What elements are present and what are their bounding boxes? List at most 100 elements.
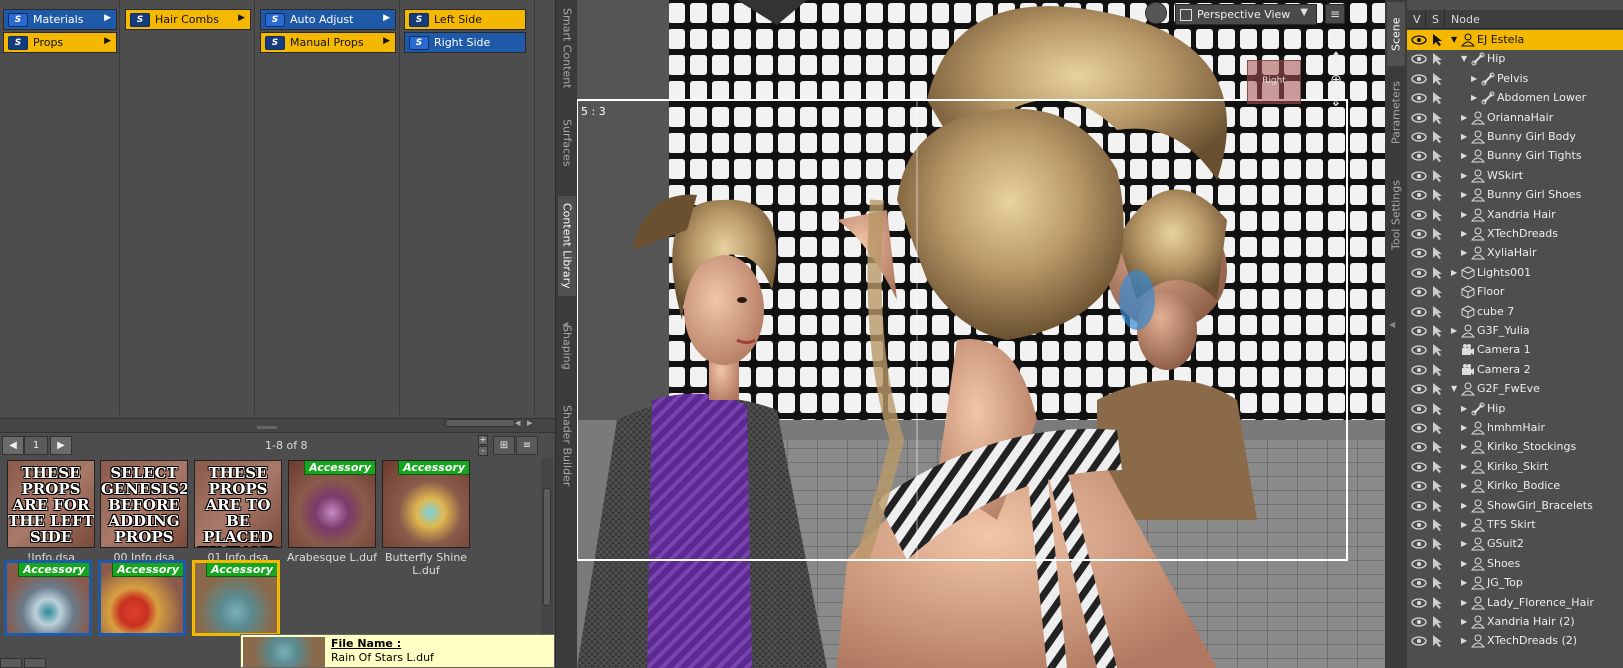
tab-shader-builder[interactable]: Shader Builder (558, 396, 576, 496)
selectable-cursor-icon[interactable] (1431, 33, 1445, 47)
expand-open-icon[interactable]: ▼ (1451, 384, 1457, 393)
tab-surfaces[interactable]: Surfaces (558, 108, 576, 178)
visibility-eye-icon[interactable] (1411, 365, 1427, 375)
selectable-cursor-icon[interactable] (1431, 188, 1445, 202)
selectable-cursor-icon[interactable] (1431, 72, 1445, 86)
selectable-cursor-icon[interactable] (1431, 111, 1445, 125)
tab-scene[interactable]: Scene (1387, 2, 1405, 66)
visibility-eye-icon[interactable] (1411, 598, 1427, 608)
scrollbar-thumb[interactable] (543, 488, 551, 606)
expand-closed-icon[interactable]: ▶ (1461, 404, 1467, 413)
scene-node-row[interactable]: ▶ ShowGirl_Bracelets (1407, 496, 1623, 516)
selectable-cursor-icon[interactable] (1431, 421, 1445, 435)
scene-node-row[interactable]: ▶ Lights001 (1407, 263, 1623, 283)
visibility-eye-icon[interactable] (1411, 268, 1427, 278)
selectable-cursor-icon[interactable] (1431, 499, 1445, 513)
scene-node-row[interactable]: ▼ Hip (1407, 49, 1623, 69)
selectable-cursor-icon[interactable] (1431, 440, 1445, 454)
selectable-cursor-icon[interactable] (1431, 518, 1445, 532)
category-materials[interactable]: S Materials ▶ (3, 9, 117, 30)
viewport-menu-button[interactable]: ≡ (1325, 4, 1345, 24)
scene-node-row[interactable]: ▶ GSuit2 (1407, 534, 1623, 554)
scene-node-row[interactable]: Camera 1 (1407, 340, 1623, 360)
expand-closed-icon[interactable]: ▶ (1471, 93, 1477, 102)
visible-column-header[interactable]: V (1407, 10, 1426, 29)
thumbnail-0[interactable]: THESE PROPS ARE FOR THE LEFT SIDE (7, 460, 95, 548)
bottom-button[interactable] (0, 658, 22, 668)
scene-node-row[interactable]: ▶ WSkirt (1407, 166, 1623, 186)
visibility-eye-icon[interactable] (1411, 636, 1427, 646)
scene-node-row[interactable]: ▶ Kiriko_Stockings (1407, 437, 1623, 457)
thumbnail-2[interactable]: THESE PROPS ARE TO BE PLACED BY HAND (194, 460, 282, 548)
dolly-icon[interactable]: ⇕ (1330, 94, 1342, 110)
splitter[interactable]: ◀ ▶ (0, 418, 555, 432)
category-right-side[interactable]: S Right Side (404, 32, 526, 53)
scene-node-row[interactable]: ▶ Pelvis (1407, 69, 1623, 89)
frame-icon[interactable]: ⟳ (1330, 116, 1342, 132)
expand-closed-icon[interactable]: ▶ (1461, 113, 1467, 122)
visibility-eye-icon[interactable] (1411, 93, 1427, 103)
expand-closed-icon[interactable]: ▶ (1461, 248, 1467, 257)
expand-closed-icon[interactable]: ▶ (1461, 132, 1467, 141)
category-manual-props[interactable]: S Manual Props ▶ (260, 32, 396, 53)
pan-icon[interactable]: ✥ (1330, 50, 1342, 66)
scene-node-row[interactable]: ▶ XyliaHair (1407, 243, 1623, 263)
expand-closed-icon[interactable]: ▶ (1461, 190, 1467, 199)
tab-smart-content[interactable]: Smart Content (558, 4, 576, 92)
scene-node-row[interactable]: ▶ Bunny Girl Body (1407, 127, 1623, 147)
expand-closed-icon[interactable]: ▶ (1461, 229, 1467, 238)
expand-closed-icon[interactable]: ▶ (1461, 578, 1467, 587)
selectable-cursor-icon[interactable] (1431, 324, 1445, 338)
scene-node-row[interactable]: ▶ Lady_Florence_Hair (1407, 593, 1623, 613)
selectable-cursor-icon[interactable] (1431, 576, 1445, 590)
view-cube[interactable]: Right (1247, 60, 1301, 104)
visibility-eye-icon[interactable] (1411, 54, 1427, 64)
scene-node-row[interactable]: cube 7 (1407, 302, 1623, 322)
expand-closed-icon[interactable]: ▶ (1461, 481, 1467, 490)
expand-closed-icon[interactable]: ▶ (1461, 171, 1467, 180)
selectable-cursor-icon[interactable] (1431, 305, 1445, 319)
expand-closed-icon[interactable]: ▶ (1471, 74, 1477, 83)
visibility-eye-icon[interactable] (1411, 307, 1427, 317)
visibility-eye-icon[interactable] (1411, 423, 1427, 433)
visibility-eye-icon[interactable] (1411, 404, 1427, 414)
visibility-eye-icon[interactable] (1411, 210, 1427, 220)
visibility-eye-icon[interactable] (1411, 113, 1427, 123)
scene-node-row[interactable]: ▶ Kiriko_Skirt (1407, 457, 1623, 477)
selectable-cursor-icon[interactable] (1431, 52, 1445, 66)
tab-tool-settings[interactable]: Tool Settings (1387, 170, 1405, 260)
scroll-right-icon[interactable]: ▶ (527, 419, 537, 427)
next-page-button[interactable]: ▶ (50, 436, 72, 455)
expand-closed-icon[interactable]: ▶ (1451, 326, 1457, 335)
zoom-out-button[interactable]: - (478, 446, 488, 456)
visibility-eye-icon[interactable] (1411, 326, 1427, 336)
selectable-cursor-icon[interactable] (1431, 537, 1445, 551)
scene-node-row[interactable]: ▶ Kiriko_Bodice (1407, 476, 1623, 496)
category-auto-adjust[interactable]: S Auto Adjust ▶ (260, 9, 396, 30)
scene-node-row[interactable]: ▶ JG_Top (1407, 573, 1623, 593)
scene-node-row[interactable]: ▶ Shoes (1407, 554, 1623, 574)
camera-search-icon[interactable] (1145, 2, 1167, 24)
visibility-eye-icon[interactable] (1411, 151, 1427, 161)
expand-closed-icon[interactable]: ▶ (1461, 423, 1467, 432)
selectable-cursor-icon[interactable] (1431, 479, 1445, 493)
expand-closed-icon[interactable]: ▶ (1461, 636, 1467, 645)
selectable-cursor-icon[interactable] (1431, 130, 1445, 144)
thumbnail-4[interactable]: Accessory (382, 460, 470, 548)
collapse-arrow-icon[interactable]: ◀ (562, 320, 568, 329)
visibility-eye-icon[interactable] (1411, 248, 1427, 258)
scene-node-row[interactable]: ▼ G2F_FwEve (1407, 379, 1623, 399)
scene-node-row[interactable]: ▶ hmhmHair (1407, 418, 1623, 438)
expand-closed-icon[interactable]: ▶ (1461, 520, 1467, 529)
grid-view-button[interactable]: ⊞ (493, 436, 515, 455)
selectable-cursor-icon[interactable] (1431, 460, 1445, 474)
expand-closed-icon[interactable]: ▶ (1451, 268, 1457, 277)
zoom-in-button[interactable]: + (478, 435, 488, 445)
view-selector-dropdown[interactable]: Perspective View ▼ (1175, 4, 1317, 25)
scene-node-row[interactable]: ▼ EJ Estela (1407, 30, 1623, 50)
visibility-eye-icon[interactable] (1411, 539, 1427, 549)
visibility-eye-icon[interactable] (1411, 617, 1427, 627)
category-props[interactable]: S Props ▶ (3, 32, 117, 53)
visibility-eye-icon[interactable] (1411, 74, 1427, 84)
expand-closed-icon[interactable]: ▶ (1461, 210, 1467, 219)
